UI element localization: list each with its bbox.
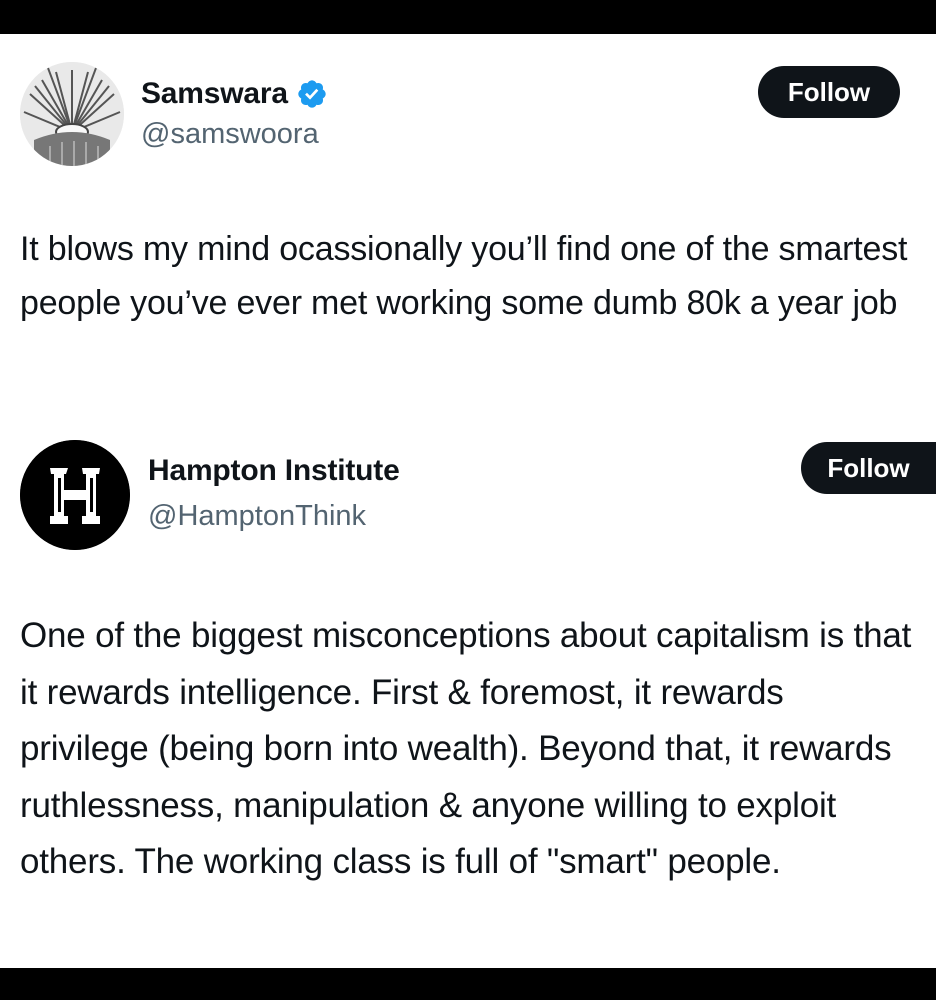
follow-button[interactable]: Follow <box>801 442 936 494</box>
verified-badge-icon <box>296 78 328 110</box>
follow-button[interactable]: Follow <box>758 66 900 118</box>
display-name[interactable]: Hampton Institute <box>148 454 400 488</box>
top-frame-bar <box>0 0 936 34</box>
tweet-text: One of the biggest misconceptions about … <box>20 616 912 881</box>
bottom-frame-bar <box>0 968 936 1000</box>
letter-h-logo-icon[interactable] <box>20 440 130 550</box>
tweet-text: It blows my mind ocassionally you’ll fin… <box>20 230 908 322</box>
tweet-card: Samswara @samswoora Follow It blows my m… <box>0 34 936 424</box>
author-handle[interactable]: @samswoora <box>141 118 319 151</box>
author-name-row: Hampton Institute <box>148 451 400 491</box>
display-name[interactable]: Samswara <box>141 77 288 111</box>
author-name-row: Samswara <box>141 74 328 114</box>
tweet-card: Hampton Institute @HamptonThink Follow O… <box>0 424 936 968</box>
author-handle[interactable]: @HamptonThink <box>148 500 366 533</box>
sunburst-avatar-icon[interactable] <box>20 62 124 166</box>
